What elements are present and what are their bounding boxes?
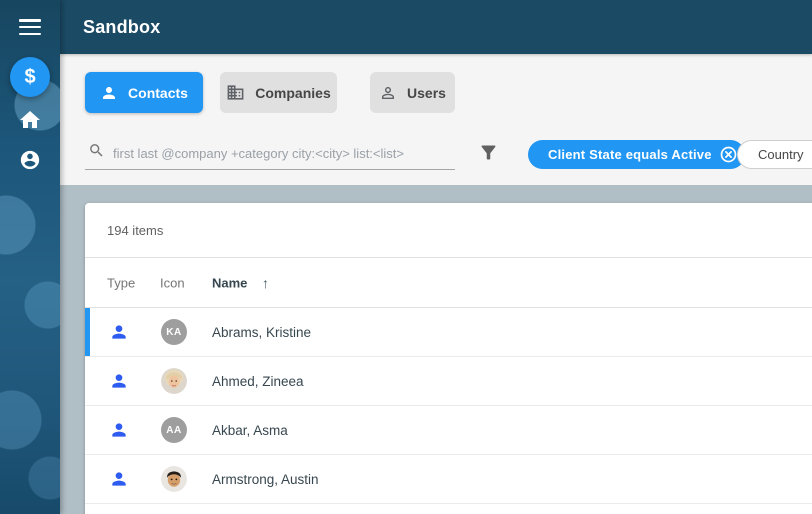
items-count: 194 items: [107, 222, 164, 238]
menu-icon[interactable]: [19, 19, 41, 36]
person-outline-icon: [379, 84, 397, 102]
table-row[interactable]: AA Akbar, Asma: [85, 406, 812, 455]
sidebar: $: [0, 0, 60, 514]
table-row[interactable]: Armstrong, Austin: [85, 455, 812, 504]
results-card: 194 items Type Icon Name ↑ KA Abrams, Kr…: [85, 203, 812, 514]
avatar-initials: KA: [161, 319, 187, 345]
column-header-name[interactable]: Name: [212, 275, 247, 290]
search-icon: [85, 142, 113, 166]
filter-funnel-icon[interactable]: [478, 142, 499, 168]
filter-chip-client-state[interactable]: Client State equals Active: [528, 140, 745, 169]
contact-name: Ahmed, Zineea: [212, 373, 304, 389]
account-circle-icon[interactable]: [19, 149, 41, 171]
filter-chip-label: Client State equals Active: [548, 147, 712, 162]
home-icon[interactable]: [18, 108, 42, 132]
filter-panel: Contacts Companies Users Client State eq…: [60, 54, 812, 185]
tab-companies-label: Companies: [255, 84, 331, 101]
avatar: KA: [161, 319, 187, 345]
contact-type-icon: [109, 371, 129, 391]
table-header-row: Type Icon Name ↑: [85, 258, 812, 308]
avatar-initials: AA: [161, 417, 187, 443]
tab-users-label: Users: [407, 84, 446, 101]
items-count-row: 194 items: [85, 203, 812, 258]
chip-remove-icon[interactable]: [720, 146, 737, 163]
top-bar: Sandbox: [60, 0, 812, 54]
search-input[interactable]: [113, 146, 455, 161]
contact-name: Akbar, Asma: [212, 422, 288, 438]
column-header-type[interactable]: Type: [107, 275, 135, 290]
country-chip-label: Country: [758, 147, 804, 162]
contact-type-icon: [109, 322, 129, 342]
column-header-icon[interactable]: Icon: [160, 275, 185, 290]
person-icon: [100, 84, 118, 102]
table-row[interactable]: Ahmed, Zineea: [85, 357, 812, 406]
app-window: $ Sandbox Contacts Companies Users first…: [0, 0, 812, 514]
table-row[interactable]: KA Abrams, Kristine: [85, 308, 812, 357]
avatar-photo-man: [161, 466, 187, 492]
filter-chip-country[interactable]: Country ▾: [737, 140, 812, 169]
building-icon: [226, 83, 245, 102]
page-title: Sandbox: [83, 16, 161, 37]
contact-name: Abrams, Kristine: [212, 324, 312, 340]
contact-name: Armstrong, Austin: [212, 471, 319, 487]
contact-type-icon: [109, 469, 129, 489]
tab-contacts[interactable]: Contacts: [85, 72, 203, 113]
tab-contacts-label: Contacts: [128, 84, 188, 101]
contact-type-icon: [109, 420, 129, 440]
search-field: [85, 138, 455, 170]
avatar: AA: [161, 417, 187, 443]
avatar: [161, 368, 187, 394]
sort-ascending-icon[interactable]: ↑: [262, 275, 269, 291]
selected-row-indicator: [85, 308, 90, 356]
avatar: [161, 466, 187, 492]
tab-companies[interactable]: Companies: [220, 72, 337, 113]
tab-users[interactable]: Users: [370, 72, 455, 113]
avatar-photo-woman: [161, 368, 187, 394]
dollar-fab-button[interactable]: $: [10, 57, 50, 97]
table-rows: KA Abrams, Kristine Ahmed, Zineea AA Akb…: [85, 308, 812, 504]
